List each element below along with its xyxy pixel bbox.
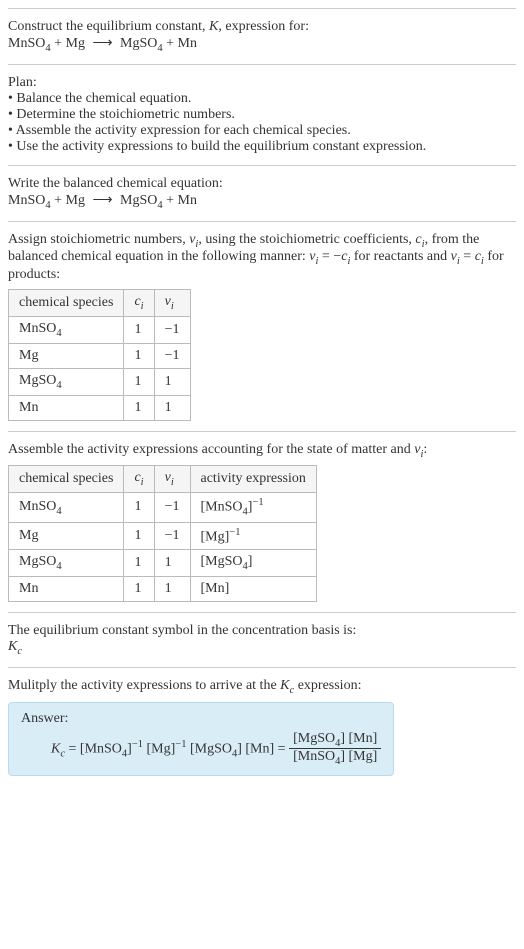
col-activity: activity expression bbox=[190, 466, 316, 493]
text: Construct the equilibrium constant, bbox=[8, 19, 209, 34]
table-row: MgSO4 1 1 [MgSO4] bbox=[9, 550, 317, 577]
table-row: Mg 1 −1 [Mg]−1 bbox=[9, 522, 317, 550]
activity-section: Assemble the activity expressions accoun… bbox=[8, 431, 516, 613]
answer-box: Answer: Kc = [MnSO4]−1 [Mg]−1 [MgSO4] [M… bbox=[8, 702, 394, 777]
activity-intro: Assemble the activity expressions accoun… bbox=[8, 442, 516, 460]
table-header-row: chemical species ci νi bbox=[9, 290, 191, 317]
fraction: [MgSO4] [Mn] [MnSO4] [Mg] bbox=[289, 731, 381, 768]
col-nui: νi bbox=[154, 466, 190, 493]
answer-label: Answer: bbox=[21, 711, 381, 727]
plan-bullet: • Assemble the activity expression for e… bbox=[8, 123, 516, 139]
answer-expression: Kc = [MnSO4]−1 [Mg]−1 [MgSO4] [Mn] = [Mg… bbox=[21, 731, 381, 768]
plan-title: Plan: bbox=[8, 75, 516, 91]
kc-symbol: Kc bbox=[8, 639, 516, 657]
symbol-line: The equilibrium constant symbol in the c… bbox=[8, 623, 516, 639]
plan-bullet: • Determine the stoichiometric numbers. bbox=[8, 107, 516, 123]
plan-section: Plan: • Balance the chemical equation. •… bbox=[8, 64, 516, 165]
table-row: MgSO4 1 1 bbox=[9, 368, 191, 395]
stoich-section: Assign stoichiometric numbers, νi, using… bbox=[8, 221, 516, 431]
final-section: Mulitply the activity expressions to arr… bbox=[8, 667, 516, 786]
final-intro: Mulitply the activity expressions to arr… bbox=[8, 678, 516, 696]
col-species: chemical species bbox=[9, 290, 124, 317]
table-row: Mn 1 1 [Mn] bbox=[9, 577, 317, 602]
text: , expression for: bbox=[218, 19, 309, 34]
stoich-intro: Assign stoichiometric numbers, νi, using… bbox=[8, 232, 516, 284]
reaction-arrow-icon: ⟶ bbox=[92, 192, 112, 209]
table-row: Mn 1 1 bbox=[9, 395, 191, 420]
col-species: chemical species bbox=[9, 466, 124, 493]
symbol-section: The equilibrium constant symbol in the c… bbox=[8, 612, 516, 667]
equation: MnSO4 + Mg ⟶ MgSO4 + Mn bbox=[8, 36, 197, 51]
problem-statement: Construct the equilibrium constant, K, e… bbox=[8, 8, 516, 64]
stoich-table: chemical species ci νi MnSO4 1 −1 Mg 1 −… bbox=[8, 289, 191, 420]
reaction-arrow-icon: ⟶ bbox=[92, 35, 112, 52]
table-row: MnSO4 1 −1 [MnSO4]−1 bbox=[9, 493, 317, 522]
balanced-section: Write the balanced chemical equation: Mn… bbox=[8, 165, 516, 221]
table-header-row: chemical species ci νi activity expressi… bbox=[9, 466, 317, 493]
k-symbol: K bbox=[209, 19, 218, 34]
balanced-equation: MnSO4 + Mg ⟶ MgSO4 + Mn bbox=[8, 193, 197, 208]
plan-bullet: • Balance the chemical equation. bbox=[8, 91, 516, 107]
plan-bullet: • Use the activity expressions to build … bbox=[8, 139, 516, 155]
activity-table: chemical species ci νi activity expressi… bbox=[8, 465, 317, 602]
balanced-title: Write the balanced chemical equation: bbox=[8, 176, 516, 192]
col-ci: ci bbox=[124, 466, 154, 493]
table-row: Mg 1 −1 bbox=[9, 343, 191, 368]
col-nui: νi bbox=[154, 290, 190, 317]
table-row: MnSO4 1 −1 bbox=[9, 316, 191, 343]
col-ci: ci bbox=[124, 290, 154, 317]
